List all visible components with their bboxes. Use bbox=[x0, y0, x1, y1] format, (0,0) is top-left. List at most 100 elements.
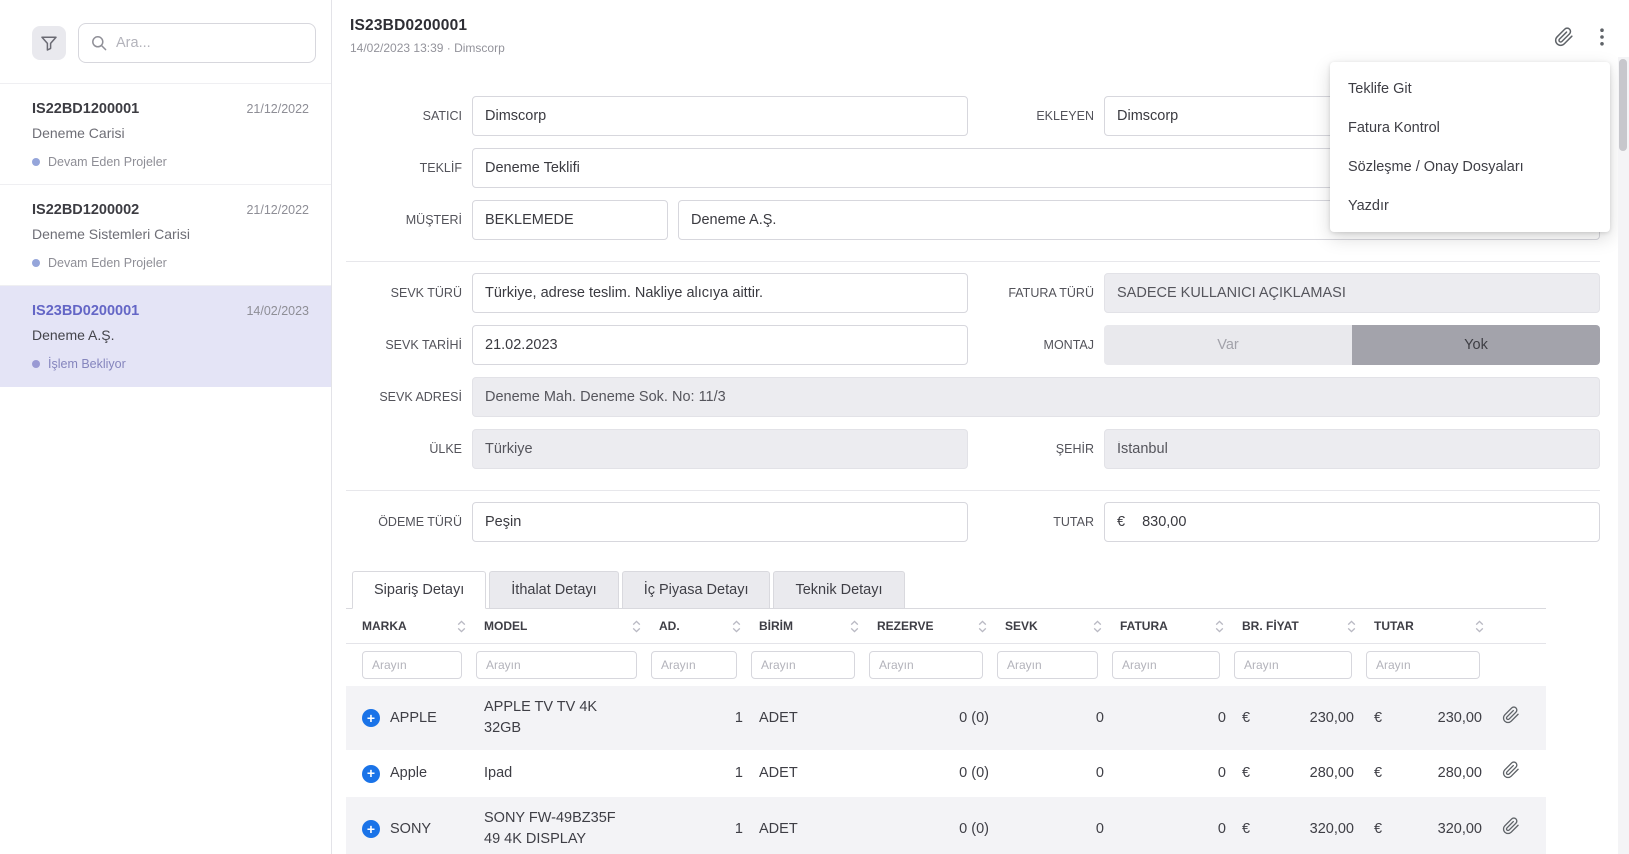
tab-2[interactable]: İthalat Detayı bbox=[489, 571, 618, 609]
column-filter-tutar[interactable] bbox=[1366, 651, 1480, 679]
status-dot-icon bbox=[32, 259, 40, 267]
menu-item[interactable]: Sözleşme / Onay Dosyaları bbox=[1330, 147, 1610, 186]
funnel-icon bbox=[41, 36, 57, 51]
sevk-adresi-label: SEVK ADRESİ bbox=[346, 390, 462, 404]
montaj-label: MONTAJ bbox=[978, 338, 1094, 352]
tutar-input[interactable]: € 830,00 bbox=[1104, 502, 1600, 542]
currency-symbol: € bbox=[1374, 763, 1382, 784]
column-filter-ad[interactable] bbox=[651, 651, 737, 679]
table-row[interactable]: +APPLEAPPLE TV TV 4K 32GB1ADET0 (0)00€23… bbox=[346, 686, 1546, 750]
cell-attachment bbox=[1494, 750, 1546, 797]
column-header-model[interactable]: MODEL bbox=[476, 609, 651, 644]
record-code: IS22BD1200002 bbox=[32, 202, 139, 218]
cell-rezerve: 0 (0) bbox=[869, 686, 997, 750]
expand-row-icon[interactable]: + bbox=[362, 820, 380, 838]
cell-fatura: 0 bbox=[1112, 750, 1234, 797]
cell-sevk: 0 bbox=[997, 797, 1112, 854]
record-list-item[interactable]: IS22BD120000121/12/2022Deneme CarisiDeva… bbox=[0, 84, 331, 185]
main-panel: IS23BD0200001 14/02/2023 13:39 · Dimscor… bbox=[332, 0, 1629, 854]
menu-item[interactable]: Yazdır bbox=[1330, 186, 1610, 225]
sort-icon[interactable] bbox=[1093, 620, 1102, 633]
sort-icon[interactable] bbox=[732, 620, 741, 633]
column-filter-marka[interactable] bbox=[362, 651, 462, 679]
sort-icon[interactable] bbox=[1215, 620, 1224, 633]
record-status: Devam Eden Projeler bbox=[32, 155, 309, 169]
montaj-option-yok[interactable]: Yok bbox=[1352, 325, 1600, 365]
sort-icon[interactable] bbox=[850, 620, 859, 633]
menu-item[interactable]: Teklife Git bbox=[1330, 69, 1610, 108]
cell-model: APPLE TV TV 4K 32GB bbox=[476, 686, 651, 750]
form-row: SEVK TARİHİ MONTAJ Var Yok bbox=[346, 325, 1600, 365]
search-input[interactable] bbox=[116, 35, 303, 51]
odeme-turu-input[interactable] bbox=[472, 502, 968, 542]
page-title: IS23BD0200001 bbox=[350, 17, 505, 35]
fatura-turu-input bbox=[1104, 273, 1600, 313]
form-row: ÖDEME TÜRÜ TUTAR € 830,00 bbox=[346, 502, 1600, 542]
tab-4[interactable]: Teknik Detayı bbox=[773, 571, 904, 609]
column-header-sevk[interactable]: SEVK bbox=[997, 609, 1112, 644]
sehir-label: ŞEHİR bbox=[978, 442, 1094, 456]
search-icon bbox=[91, 35, 107, 51]
column-header-rezerve[interactable]: REZERVE bbox=[869, 609, 997, 644]
field-fatura-turu: FATURA TÜRÜ bbox=[978, 273, 1600, 313]
column-header-br_fiyat[interactable]: BR. FİYAT bbox=[1234, 609, 1366, 644]
record-status: Devam Eden Projeler bbox=[32, 256, 309, 270]
menu-item[interactable]: Fatura Kontrol bbox=[1330, 108, 1610, 147]
field-satici: SATICI bbox=[346, 96, 968, 136]
tab-3[interactable]: İç Piyasa Detayı bbox=[622, 571, 771, 609]
column-header-birim[interactable]: BİRİM bbox=[751, 609, 869, 644]
more-options-button[interactable] bbox=[1600, 28, 1604, 46]
table-row[interactable]: +AppleIpad1ADET0 (0)00€280,00€280,00 bbox=[346, 750, 1546, 797]
column-filter-rezerve[interactable] bbox=[869, 651, 983, 679]
column-filter-fatura[interactable] bbox=[1112, 651, 1220, 679]
row-attachment-icon[interactable] bbox=[1502, 761, 1520, 779]
column-header-fatura[interactable]: FATURA bbox=[1112, 609, 1234, 644]
filter-button[interactable] bbox=[32, 26, 66, 60]
record-list-item[interactable]: IS22BD120000221/12/2022Deneme Sistemleri… bbox=[0, 185, 331, 286]
sort-icon[interactable] bbox=[978, 620, 987, 633]
cell-sevk: 0 bbox=[997, 686, 1112, 750]
expand-row-icon[interactable]: + bbox=[362, 709, 380, 727]
column-filter-model[interactable] bbox=[476, 651, 637, 679]
satici-label: SATICI bbox=[346, 109, 462, 123]
row-attachment-icon[interactable] bbox=[1502, 706, 1520, 724]
field-sevk-adresi: SEVK ADRESİ bbox=[346, 377, 1600, 417]
sort-icon[interactable] bbox=[632, 620, 641, 633]
page-subtitle: 14/02/2023 13:39 · Dimscorp bbox=[350, 41, 505, 55]
record-code: IS23BD0200001 bbox=[32, 303, 139, 319]
table-row[interactable]: +SONYSONY FW-49BZ35F 49 4K DISPLAY1ADET0… bbox=[346, 797, 1546, 854]
scrollbar-thumb[interactable] bbox=[1619, 59, 1627, 151]
cell-rezerve: 0 (0) bbox=[869, 797, 997, 854]
sort-icon[interactable] bbox=[1347, 620, 1356, 633]
record-item-top: IS23BD0200001 14/02/2023 bbox=[32, 303, 309, 319]
column-header-marka[interactable]: MARKA bbox=[346, 609, 476, 644]
sevk-turu-input[interactable] bbox=[472, 273, 968, 313]
row-attachment-icon[interactable] bbox=[1502, 817, 1520, 835]
tab-1[interactable]: Sipariş Detayı bbox=[352, 571, 486, 609]
montaj-option-var[interactable]: Var bbox=[1104, 325, 1352, 365]
ekleyen-label: EKLEYEN bbox=[978, 109, 1094, 123]
cell-rezerve: 0 (0) bbox=[869, 750, 997, 797]
expand-row-icon[interactable]: + bbox=[362, 765, 380, 783]
sort-icon[interactable] bbox=[1475, 620, 1484, 633]
column-filter-br_fiyat[interactable] bbox=[1234, 651, 1352, 679]
currency-symbol: € bbox=[1242, 819, 1250, 840]
section-divider bbox=[346, 490, 1600, 491]
record-name: Deneme Sistemleri Carisi bbox=[32, 226, 309, 242]
sort-icon[interactable] bbox=[457, 620, 466, 633]
record-list: IS22BD120000121/12/2022Deneme CarisiDeva… bbox=[0, 84, 331, 387]
column-header-ad[interactable]: AD. bbox=[651, 609, 751, 644]
column-header-tutar[interactable]: TUTAR bbox=[1366, 609, 1494, 644]
column-filter-sevk[interactable] bbox=[997, 651, 1098, 679]
vertical-scrollbar[interactable] bbox=[1618, 57, 1629, 854]
musteri-status-input[interactable] bbox=[472, 200, 668, 240]
sevk-adresi-input bbox=[472, 377, 1600, 417]
form-row: SEVK ADRESİ bbox=[346, 377, 1600, 417]
attachments-button[interactable] bbox=[1554, 27, 1574, 47]
column-filter-birim[interactable] bbox=[751, 651, 855, 679]
record-date: 14/02/2023 bbox=[246, 304, 309, 318]
satici-input[interactable] bbox=[472, 96, 968, 136]
sevk-tarihi-input[interactable] bbox=[472, 325, 968, 365]
field-ulke: ÜLKE bbox=[346, 429, 968, 469]
record-list-item[interactable]: IS23BD020000114/02/2023Deneme A.Ş.İşlem … bbox=[0, 286, 331, 387]
